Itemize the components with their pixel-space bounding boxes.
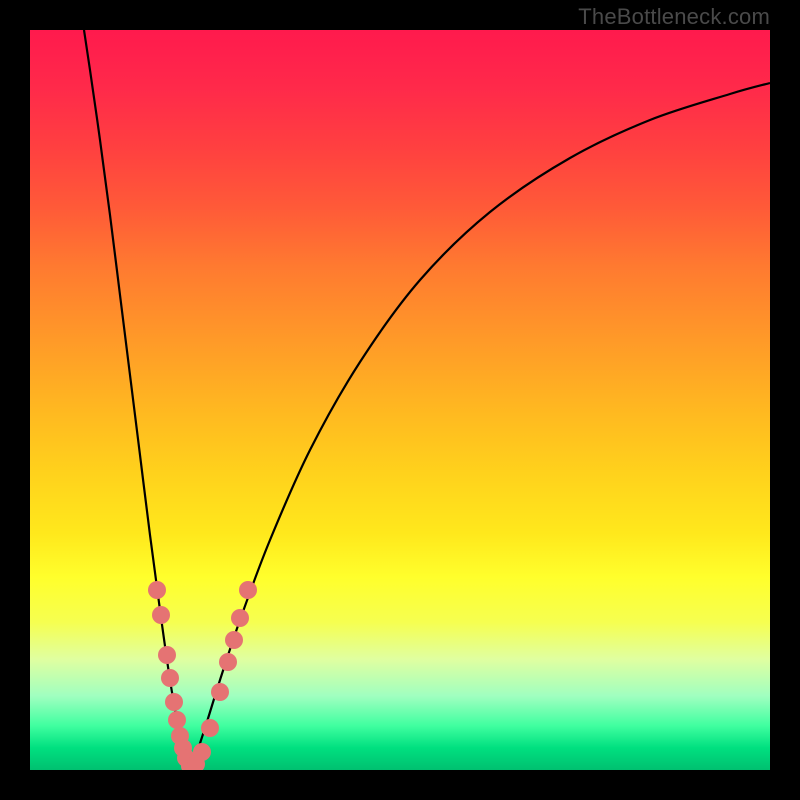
marker-dot — [152, 606, 170, 624]
marker-dot — [201, 719, 219, 737]
marker-dot — [158, 646, 176, 664]
watermark-text: TheBottleneck.com — [578, 4, 770, 30]
marker-dot — [161, 669, 179, 687]
curve-paths — [84, 30, 770, 770]
marker-dot — [148, 581, 166, 599]
marker-dot — [165, 693, 183, 711]
curve-layer — [30, 30, 770, 770]
marker-dots — [148, 581, 257, 770]
marker-dot — [219, 653, 237, 671]
marker-dot — [168, 711, 186, 729]
series-right-curve — [190, 83, 770, 770]
chart-container: TheBottleneck.com — [0, 0, 800, 800]
marker-dot — [193, 743, 211, 761]
marker-dot — [225, 631, 243, 649]
marker-dot — [231, 609, 249, 627]
marker-dot — [211, 683, 229, 701]
marker-dot — [239, 581, 257, 599]
